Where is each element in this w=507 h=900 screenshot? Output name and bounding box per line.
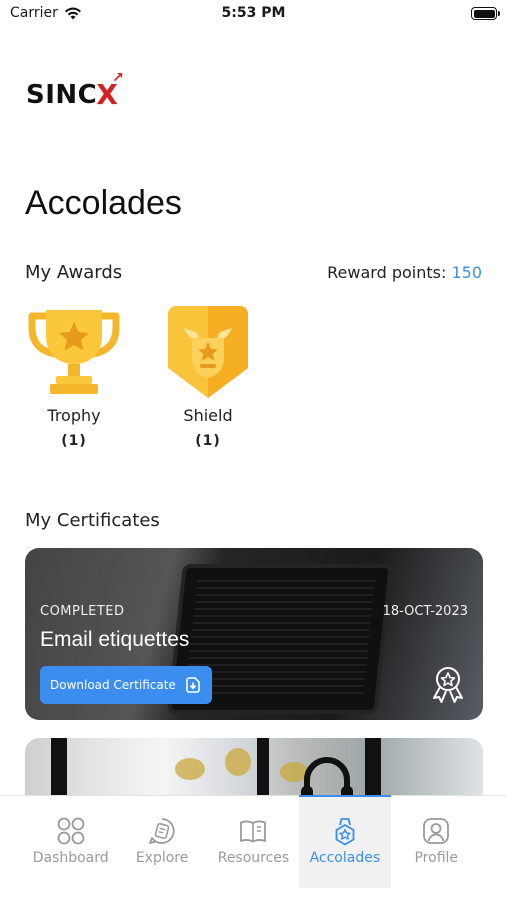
reward-points-label: Reward points: xyxy=(327,263,447,282)
tab-dashboard[interactable]: Dashboard xyxy=(25,796,116,888)
profile-icon xyxy=(423,818,450,844)
award-ribbon-icon xyxy=(433,667,463,703)
app-logo: SINC X ↗ xyxy=(26,70,125,111)
tab-label: Dashboard xyxy=(32,850,109,866)
award-name: Trophy xyxy=(47,406,101,425)
battery-icon xyxy=(471,7,500,20)
download-icon xyxy=(185,677,200,693)
certificate-card-2[interactable] xyxy=(25,738,483,798)
book-icon xyxy=(240,820,267,843)
grid-icon xyxy=(57,817,85,845)
reward-points-value: 150 xyxy=(451,263,482,282)
tab-resources[interactable]: Resources xyxy=(208,796,299,888)
status-bar: Carrier 5:53 PM xyxy=(0,0,507,30)
tab-label: Explore xyxy=(135,850,189,866)
certificate-title: Email etiquettes xyxy=(40,628,190,651)
logo-text: SINC xyxy=(26,79,98,110)
bottom-tab-bar: Dashboard Explore Resources Accolades Pr… xyxy=(0,795,507,900)
reward-points: Reward points: 150 xyxy=(327,263,482,282)
tab-profile[interactable]: Profile xyxy=(391,796,482,888)
download-certificate-label: Download Certificate xyxy=(50,678,176,692)
my-awards-heading: My Awards xyxy=(25,262,123,283)
download-certificate-button[interactable]: Download Certificate xyxy=(40,666,212,704)
tab-accolades[interactable]: Accolades xyxy=(299,795,391,888)
explore-chat-icon xyxy=(149,818,175,844)
award-count: (1) xyxy=(195,433,221,449)
logo-mark: X ↗ xyxy=(96,70,125,111)
award-trophy[interactable]: Trophy (1) xyxy=(24,302,124,449)
award-name: Shield xyxy=(183,406,233,425)
status-time: 5:53 PM xyxy=(221,5,286,21)
tab-label: Resources xyxy=(217,850,290,866)
award-shield[interactable]: Shield (1) xyxy=(158,302,258,449)
logo-arrow-icon: ↗ xyxy=(112,70,125,86)
certificate-status: COMPLETED xyxy=(40,604,125,619)
tab-explore[interactable]: Explore xyxy=(116,796,207,888)
award-count: (1) xyxy=(61,433,87,449)
shield-icon xyxy=(168,306,248,398)
tab-label: Accolades xyxy=(309,850,381,866)
certificate-card[interactable]: COMPLETED 18-OCT-2023 Email etiquettes D… xyxy=(25,548,483,720)
certificate-date: 18-OCT-2023 xyxy=(382,604,468,619)
my-certificates-heading: My Certificates xyxy=(25,510,160,531)
medal-icon xyxy=(335,818,355,846)
tab-label: Profile xyxy=(414,850,459,866)
trophy-icon xyxy=(28,310,120,394)
page-title: Accolades xyxy=(25,184,182,222)
headphones-image xyxy=(301,757,353,798)
